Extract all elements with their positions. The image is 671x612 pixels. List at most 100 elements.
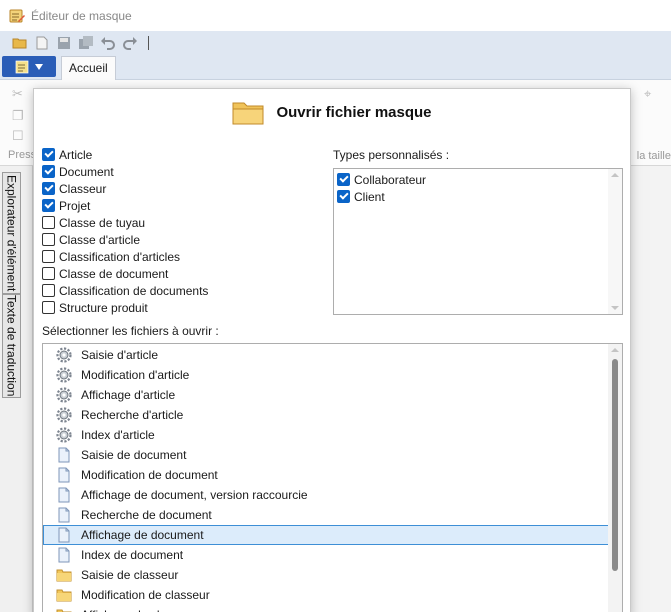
checkbox[interactable] — [337, 173, 350, 186]
document-icon — [56, 547, 72, 563]
undo-button[interactable] — [98, 34, 118, 52]
custom-types-listbox[interactable]: Collaborateur Client — [333, 168, 623, 315]
notepad-icon — [15, 60, 29, 73]
list-item-label: Saisie de document — [81, 448, 187, 462]
document-icon — [56, 487, 72, 503]
checkbox-label: Classeur — [59, 181, 107, 196]
dropdown-arrow-icon — [35, 63, 43, 70]
object-type-checklist: Article Document Classeur Projet Classe de t… — [42, 146, 208, 316]
list-item[interactable]: Recherche de document — [43, 505, 609, 525]
list-item[interactable]: Affichage de document, version raccourci… — [43, 485, 609, 505]
checkbox-label: Classe de document — [59, 266, 169, 281]
save-all-button[interactable] — [76, 34, 96, 52]
list-item[interactable]: Modification de document — [43, 465, 609, 485]
toolbar-separator — [148, 35, 149, 50]
checkbox-row[interactable]: Classeur — [42, 180, 208, 197]
custom-types-scrollbar[interactable] — [608, 169, 622, 314]
checkbox-row[interactable]: Classification de documents — [42, 282, 208, 299]
checkbox[interactable] — [42, 267, 55, 280]
quick-access-toolbar — [0, 31, 671, 54]
list-item[interactable]: Modification d'article — [43, 365, 609, 385]
ribbon-text-left: Press — [8, 149, 37, 161]
application-menu-button[interactable] — [2, 56, 56, 77]
list-item[interactable]: Index d'article — [43, 425, 609, 445]
checkbox-row[interactable]: Classe d'article — [42, 231, 208, 248]
checkbox-row[interactable]: Classe de tuyau — [42, 214, 208, 231]
window-title: Éditeur de masque — [31, 8, 132, 23]
list-item-label: Recherche d'article — [81, 408, 184, 422]
gear-icon — [56, 367, 72, 383]
scroll-up-arrow-icon[interactable] — [611, 173, 619, 177]
list-item[interactable]: Affichage d'article — [43, 385, 609, 405]
checkbox[interactable] — [337, 190, 350, 203]
list-item[interactable]: Recherche d'article — [43, 405, 609, 425]
checkbox-row[interactable]: Structure produit — [42, 299, 208, 316]
crosshair-icon: ⌖ — [644, 86, 652, 101]
checkbox[interactable] — [42, 250, 55, 263]
list-item-label: Saisie de classeur — [81, 568, 179, 582]
checkbox-row[interactable]: Document — [42, 163, 208, 180]
checkbox-row[interactable]: Client — [334, 188, 426, 205]
tab-element-explorer-label: Explorateur d'élément — [4, 174, 19, 292]
list-item-label: Index d'article — [81, 428, 155, 442]
new-button[interactable] — [32, 34, 52, 52]
tab-element-explorer[interactable]: Explorateur d'élément — [2, 172, 21, 294]
copy-icon: ❐ — [12, 108, 24, 123]
checkbox-row[interactable]: Classe de document — [42, 265, 208, 282]
checkbox[interactable] — [42, 233, 55, 246]
scroll-down-arrow-icon[interactable] — [611, 306, 619, 310]
checkbox[interactable] — [42, 301, 55, 314]
dialog-header: Ouvrir fichier masque — [34, 89, 630, 135]
files-listbox[interactable]: Saisie d'article Modification d'article Af… — [42, 343, 623, 612]
save-icon — [58, 36, 70, 49]
gear-icon — [56, 347, 72, 363]
custom-types-label: Types personnalisés : — [333, 148, 450, 162]
scrollbar-thumb[interactable] — [612, 359, 618, 571]
folder-icon — [232, 102, 264, 125]
save-button[interactable] — [54, 34, 74, 52]
list-item[interactable]: Affichage de classeur — [43, 605, 609, 612]
ribbon-text-right: la taille — [636, 150, 671, 162]
list-item-label: Modification de classeur — [81, 588, 210, 602]
checkbox[interactable] — [42, 182, 55, 195]
list-item[interactable]: Saisie d'article — [43, 345, 609, 365]
checkbox-row[interactable]: Classification d'articles — [42, 248, 208, 265]
files-scrollbar[interactable] — [608, 344, 622, 612]
dialog-title: Ouvrir fichier masque — [276, 103, 432, 121]
open-folder-button[interactable] — [10, 34, 30, 52]
list-item[interactable]: Saisie de classeur — [43, 565, 609, 585]
files-list: Saisie d'article Modification d'article Af… — [43, 345, 609, 612]
list-item[interactable]: Saisie de document — [43, 445, 609, 465]
document-icon — [56, 467, 72, 483]
tab-translation-text-label: Texte de traduction — [4, 295, 19, 397]
gear-icon — [56, 387, 72, 403]
save-all-icon — [79, 35, 93, 49]
checkbox[interactable] — [42, 165, 55, 178]
checkbox-label: Collaborateur — [354, 172, 427, 187]
scroll-up-arrow-icon[interactable] — [611, 348, 619, 352]
checkbox-row[interactable]: Projet — [42, 197, 208, 214]
list-item[interactable]: Index de document — [43, 545, 609, 565]
checkbox-row[interactable]: Article — [42, 146, 208, 163]
list-item[interactable]: Modification de classeur — [43, 585, 609, 605]
checkbox-label: Client — [354, 189, 385, 204]
list-item-label: Affichage de classeur — [81, 608, 196, 612]
checkbox-row[interactable]: Collaborateur — [334, 171, 426, 188]
checkbox[interactable] — [42, 284, 55, 297]
tab-home[interactable]: Accueil — [61, 56, 116, 80]
folder-icon — [56, 587, 72, 603]
list-item-label: Saisie d'article — [81, 348, 158, 362]
list-item-label: Affichage d'article — [81, 388, 176, 402]
checkbox-label: Document — [59, 164, 114, 179]
checkbox[interactable] — [42, 148, 55, 161]
checkbox[interactable] — [42, 199, 55, 212]
ribbon-tab-bar: Accueil — [0, 54, 671, 80]
tab-translation-text[interactable]: Texte de traduction — [2, 294, 21, 398]
redo-button[interactable] — [120, 34, 140, 52]
checkbox-icon: ☐ — [12, 128, 24, 143]
checkbox[interactable] — [42, 216, 55, 229]
list-item[interactable]: Affichage de document — [43, 525, 609, 545]
mask-editor-icon — [9, 9, 25, 22]
side-panel: Explorateur d'élément Texte de traductio… — [0, 166, 33, 612]
files-label: Sélectionner les fichiers à ouvrir : — [42, 324, 219, 338]
